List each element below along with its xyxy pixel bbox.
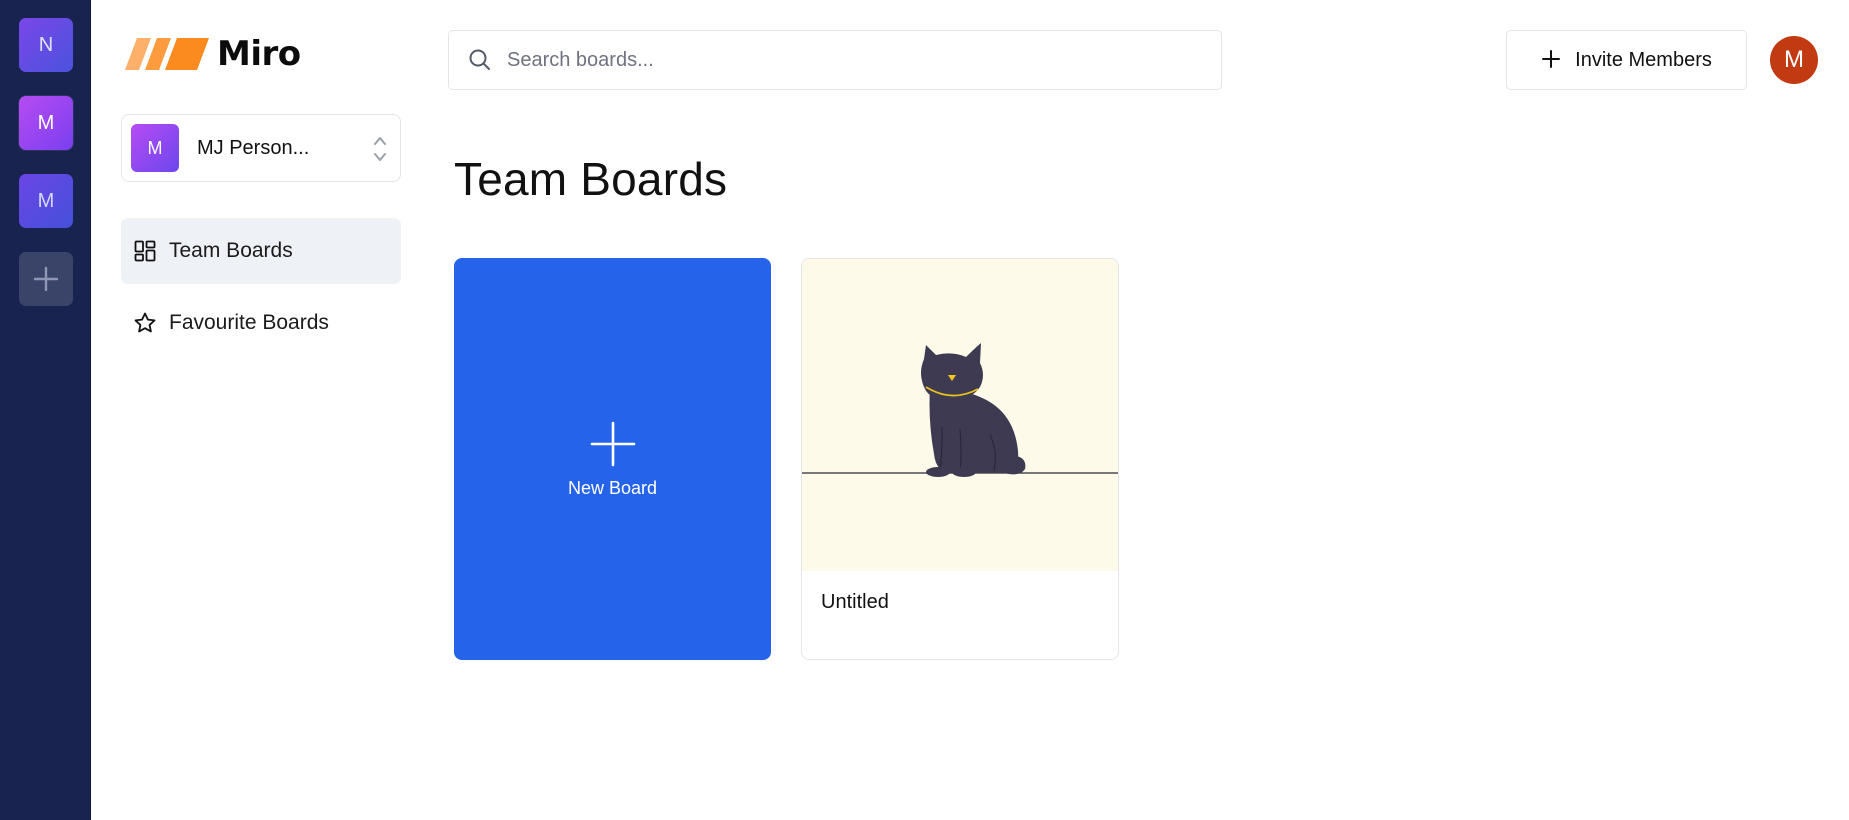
page-title: Team Boards (454, 153, 728, 205)
nav-favourite-boards-label: Favourite Boards (169, 311, 329, 334)
nav-team-boards-label: Team Boards (169, 239, 293, 262)
add-workspace-button[interactable] (19, 252, 73, 306)
workspace-m-active[interactable]: M (19, 96, 73, 150)
workspace-m-initial: M (37, 111, 55, 134)
workspace-rail: N M M (0, 0, 91, 820)
plus-icon (590, 421, 635, 466)
miro-logo[interactable]: Miro (123, 32, 301, 76)
brand-name: Miro (217, 34, 301, 74)
user-avatar[interactable]: M (1770, 36, 1818, 84)
grid-icon (133, 239, 157, 263)
cat-illustration (802, 343, 1118, 477)
search-input[interactable] (507, 48, 1207, 72)
new-board-card[interactable]: New Board (454, 258, 771, 660)
org-name: MJ Person... (197, 136, 310, 159)
invite-members-label: Invite Members (1575, 48, 1712, 71)
org-avatar-initial: M (147, 137, 163, 158)
workspace-m-second[interactable]: M (19, 174, 73, 228)
nav-team-boards[interactable]: Team Boards (121, 218, 401, 284)
org-switcher[interactable]: M MJ Person... (121, 114, 401, 182)
workspace-m2-initial: M (37, 189, 55, 212)
plus-icon (33, 266, 59, 292)
user-avatar-initial: M (1784, 46, 1804, 73)
board-card[interactable]: Untitled (801, 258, 1119, 660)
org-avatar: M (131, 124, 179, 172)
search-bar[interactable] (448, 30, 1222, 90)
invite-members-button[interactable]: Invite Members (1506, 30, 1747, 90)
sidebar: Miro M MJ Person... Team Boards Favourit… (91, 0, 411, 820)
plus-icon (1541, 45, 1561, 75)
nav-favourite-boards[interactable]: Favourite Boards (121, 290, 401, 356)
board-title: Untitled (821, 591, 889, 613)
workspace-n[interactable]: N (19, 18, 73, 72)
workspace-n-initial: N (38, 33, 54, 56)
new-board-label: New Board (567, 477, 658, 498)
search-icon (469, 49, 490, 70)
miro-logo-icon (125, 38, 209, 70)
star-icon (133, 311, 157, 335)
board-thumbnail (802, 259, 1118, 571)
chevron-up-down-icon (374, 137, 386, 161)
